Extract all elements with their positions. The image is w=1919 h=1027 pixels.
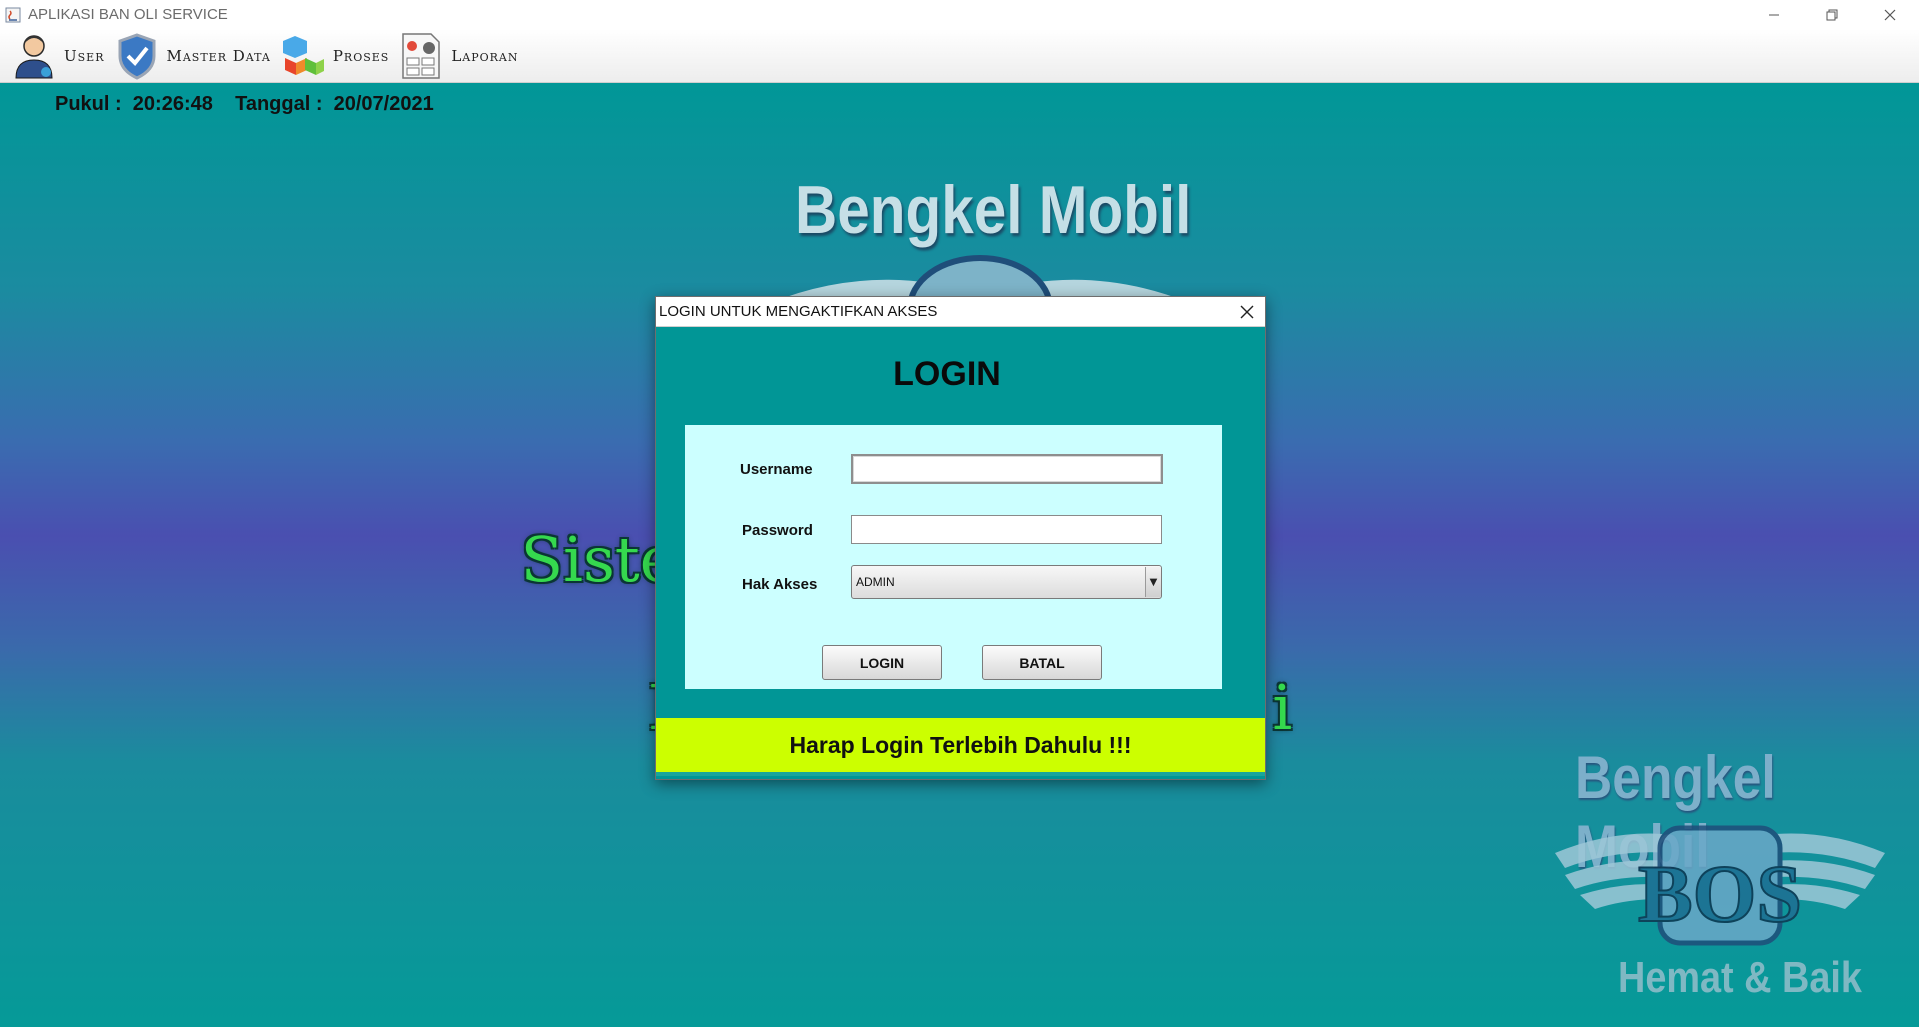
- login-dialog: LOGIN UNTUK MENGAKTIFKAN AKSES LOGIN Use…: [655, 296, 1266, 780]
- password-label: Password: [742, 522, 813, 539]
- slogan-text: Hemat & Baik: [1618, 953, 1862, 1002]
- minimize-button[interactable]: [1745, 0, 1803, 29]
- date-label: Tanggal :: [235, 93, 323, 115]
- brand-title-top: Bengkel Mobil: [795, 172, 1192, 248]
- role-select[interactable]: ADMIN ▼: [851, 565, 1162, 599]
- bos-winged-logo: BOS: [1555, 825, 1885, 946]
- logo-letters: BOS: [1638, 848, 1802, 939]
- login-button[interactable]: LOGIN: [822, 645, 942, 680]
- role-label: Hak Akses: [742, 576, 818, 593]
- time-label: Pukul :: [55, 93, 122, 115]
- window-titlebar: APLIKASI BAN OLI SERVICE: [0, 0, 1919, 29]
- menu-laporan-label: Laporan: [451, 46, 519, 65]
- menu-user[interactable]: User: [12, 29, 105, 83]
- menu-laporan[interactable]: Laporan: [399, 29, 518, 83]
- window-title: APLIKASI BAN OLI SERVICE: [28, 6, 228, 23]
- dialog-title: LOGIN UNTUK MENGAKTIFKAN AKSES: [659, 303, 938, 320]
- close-icon: [1240, 305, 1254, 319]
- username-label: Username: [740, 461, 813, 478]
- username-input[interactable]: [851, 454, 1163, 484]
- restore-button[interactable]: [1803, 0, 1861, 29]
- cubes-icon: [282, 35, 324, 75]
- main-desktop: Pukul : 20:26:48 Tanggal : 20/07/2021 Be…: [0, 83, 1919, 1027]
- restore-icon: [1826, 9, 1838, 20]
- dialog-titlebar: LOGIN UNTUK MENGAKTIFKAN AKSES: [656, 297, 1265, 327]
- headline-line2-right: i: [1272, 671, 1293, 744]
- menu-user-label: User: [64, 46, 105, 65]
- password-input[interactable]: [851, 515, 1162, 544]
- role-selected-value: ADMIN: [856, 575, 895, 589]
- menu-proses-label: Proses: [332, 46, 390, 65]
- report-icon: [402, 32, 441, 79]
- menu-master-data[interactable]: Master Data: [115, 29, 271, 83]
- dropdown-arrow-icon[interactable]: ▼: [1145, 567, 1161, 597]
- menu-proses[interactable]: Proses: [281, 29, 390, 83]
- login-notice-banner: Harap Login Terlebih Dahulu !!!: [656, 718, 1265, 776]
- close-icon: [1884, 9, 1896, 20]
- cancel-button[interactable]: BATAL: [982, 645, 1102, 680]
- login-notice-text: Harap Login Terlebih Dahulu !!!: [789, 731, 1132, 758]
- menu-master-data-label: Master Data: [166, 46, 271, 65]
- time-value: 20:26:48: [132, 93, 213, 115]
- shield-check-icon: [118, 32, 155, 80]
- java-app-icon: [5, 7, 21, 22]
- close-window-button[interactable]: [1861, 0, 1919, 29]
- login-form-panel: Username Password Hak Akses ADMIN ▼ LOGI…: [685, 425, 1222, 689]
- dialog-close-button[interactable]: [1237, 302, 1257, 322]
- main-menubar: User Master Data Proses Laporan: [0, 29, 1919, 83]
- minimize-icon: [1769, 14, 1779, 15]
- user-icon: [15, 34, 53, 78]
- date-value: 20/07/2021: [333, 93, 434, 115]
- login-heading: LOGIN: [893, 355, 1001, 393]
- clock-display: Pukul : 20:26:48 Tanggal : 20/07/2021: [55, 93, 434, 116]
